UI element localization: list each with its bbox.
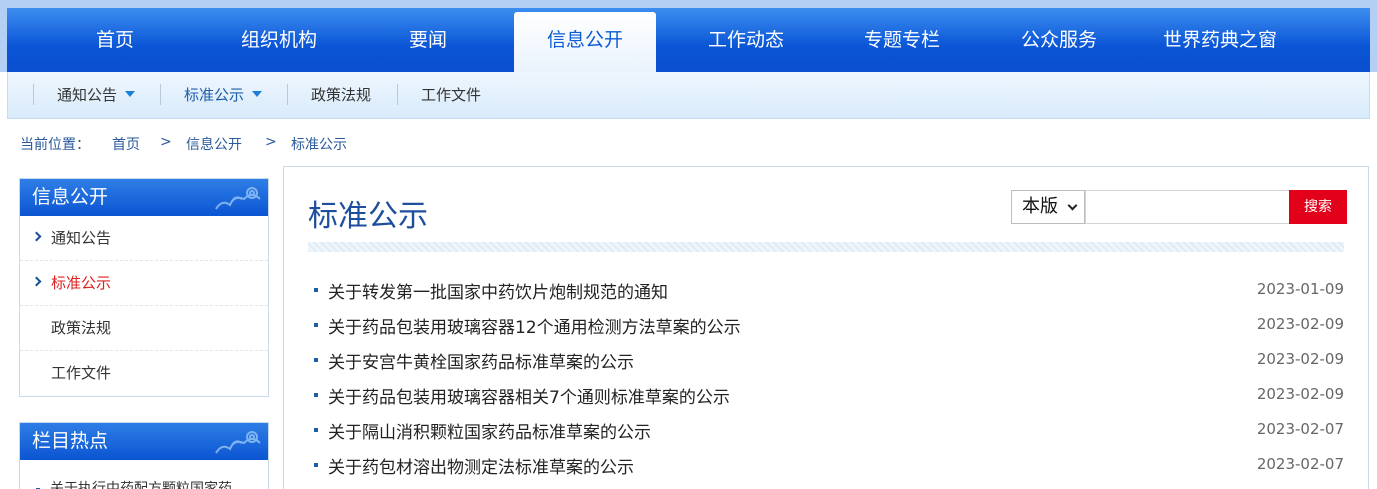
title-divider-stripe xyxy=(308,242,1344,252)
chevron-right-icon xyxy=(31,231,42,242)
search-button[interactable]: 搜索 xyxy=(1289,190,1347,224)
news-date: 2023-02-09 xyxy=(1256,315,1344,333)
sidebar-item-label: 通知公告 xyxy=(51,229,112,247)
bullet-icon xyxy=(314,428,318,432)
sidebar-item-work-documents[interactable]: 工作文件 xyxy=(20,351,268,396)
breadcrumb-current: 标准公示 xyxy=(291,137,347,153)
subnav-item-work-documents[interactable]: 工作文件 xyxy=(421,72,481,119)
divider xyxy=(160,84,161,105)
bullet-icon xyxy=(314,358,318,362)
news-title[interactable]: 关于安宫牛黄栓国家药品标准草案的公示 xyxy=(328,348,634,373)
subnav-item-notices[interactable]: 通知公告 xyxy=(57,72,136,119)
subnav-item-policies[interactable]: 政策法规 xyxy=(311,72,371,119)
sidebar-item-notices[interactable]: 通知公告 xyxy=(20,216,268,261)
divider xyxy=(397,84,398,105)
nav-item-world-pharmacopoeia[interactable]: 世界药典之窗 xyxy=(1145,12,1295,72)
news-date: 2023-02-09 xyxy=(1256,385,1344,403)
chevron-right-icon xyxy=(31,276,42,287)
main-content: 标准公示 本版 搜索 关于转发第一批国家中药饮片炮制规范的通知 2023-01-… xyxy=(283,166,1369,489)
nav-item-home[interactable]: 首页 xyxy=(70,12,160,72)
bullet-icon xyxy=(314,323,318,327)
news-title[interactable]: 关于药品包装用玻璃容器12个通用检测方法草案的公示 xyxy=(328,313,741,338)
hot-topics-box: 栏目热点 关于执行中药配方颗粒国家药 xyxy=(19,422,269,489)
news-title[interactable]: 关于药包材溶出物测定法标准草案的公示 xyxy=(328,453,634,478)
list-item[interactable]: 关于药品包装用玻璃容器相关7个通则标准草案的公示 2023-02-09 xyxy=(308,378,1344,413)
divider xyxy=(33,84,34,105)
caret-down-icon xyxy=(252,91,263,97)
breadcrumb-separator: > xyxy=(265,134,277,150)
sidebar-item-label: 工作文件 xyxy=(51,364,112,382)
list-item[interactable]: 关于隔山消积颗粒国家药品标准草案的公示 2023-02-07 xyxy=(308,413,1344,448)
news-date: 2023-02-09 xyxy=(1256,350,1344,368)
sub-nav: 通知公告 标准公示 政策法规 工作文件 xyxy=(7,72,1370,119)
list-item[interactable]: 关于药品包装用玻璃容器12个通用检测方法草案的公示 2023-02-09 xyxy=(308,308,1344,343)
news-title[interactable]: 关于转发第一批国家中药饮片炮制规范的通知 xyxy=(328,278,668,303)
hot-topic-label: 关于执行中药配方颗粒国家药 xyxy=(50,481,232,489)
news-title[interactable]: 关于药品包装用玻璃容器相关7个通则标准草案的公示 xyxy=(328,383,730,408)
hot-topics-title-text: 栏目热点 xyxy=(32,430,109,452)
nav-item-work-updates[interactable]: 工作动态 xyxy=(687,12,805,72)
list-item[interactable]: 关于转发第一批国家中药饮片炮制规范的通知 2023-01-09 xyxy=(308,273,1344,308)
sidebar-item-standards[interactable]: 标准公示 xyxy=(20,261,268,306)
list-item[interactable]: 关于药包材溶出物测定法标准草案的公示 2023-02-07 xyxy=(308,448,1344,483)
sidebar-title-text: 信息公开 xyxy=(32,186,109,208)
nav-item-special-topics[interactable]: 专题专栏 xyxy=(843,12,961,72)
news-date: 2023-02-07 xyxy=(1256,420,1344,438)
subnav-item-standards[interactable]: 标准公示 xyxy=(184,72,263,119)
news-title[interactable]: 关于隔山消积颗粒国家药品标准草案的公示 xyxy=(328,418,651,443)
nav-item-news[interactable]: 要闻 xyxy=(383,12,473,72)
subnav-label: 通知公告 xyxy=(57,86,118,104)
chevron-down-icon xyxy=(1067,200,1078,211)
cloud-ornament-icon xyxy=(215,187,261,210)
page-title: 标准公示 xyxy=(308,199,428,234)
sidebar-item-label: 政策法规 xyxy=(51,319,112,337)
subnav-label: 标准公示 xyxy=(184,86,245,104)
list-item[interactable]: 关于安宫牛黄栓国家药品标准草案的公示 2023-02-09 xyxy=(308,343,1344,378)
breadcrumb-home[interactable]: 首页 xyxy=(112,134,140,154)
breadcrumb-separator: > xyxy=(160,134,172,150)
breadcrumb-prefix: 当前位置： xyxy=(20,137,90,153)
search-scope-value: 本版 xyxy=(1022,196,1058,217)
main-nav: 首页 组织机构 要闻 信息公开 工作动态 专题专栏 公众服务 世界药典之窗 xyxy=(0,0,1377,72)
search-input[interactable] xyxy=(1085,190,1290,224)
caret-down-icon xyxy=(125,91,136,97)
sidebar-item-policies[interactable]: 政策法规 xyxy=(20,306,268,351)
bullet-icon xyxy=(314,288,318,292)
nav-item-public-service[interactable]: 公众服务 xyxy=(1000,12,1118,72)
news-date: 2023-02-07 xyxy=(1256,455,1344,473)
sidebar-menu: 信息公开 通知公告 标准公示 政策法规 工作文件 xyxy=(19,178,269,397)
sidebar-item-label: 标准公示 xyxy=(51,274,112,292)
sidebar-title: 信息公开 xyxy=(20,179,268,216)
search-scope-select[interactable]: 本版 xyxy=(1011,190,1085,224)
divider xyxy=(287,84,288,105)
nav-item-info-disclosure[interactable]: 信息公开 xyxy=(514,12,656,72)
news-date: 2023-01-09 xyxy=(1256,280,1344,298)
bullet-icon xyxy=(314,463,318,467)
hot-topics-title: 栏目热点 xyxy=(20,423,268,460)
breadcrumb-info-disclosure[interactable]: 信息公开 xyxy=(186,134,242,154)
cloud-ornament-icon xyxy=(215,431,261,454)
hot-topic-item[interactable]: 关于执行中药配方颗粒国家药 xyxy=(20,474,268,489)
nav-item-organization[interactable]: 组织机构 xyxy=(220,12,338,72)
bullet-icon xyxy=(314,393,318,397)
